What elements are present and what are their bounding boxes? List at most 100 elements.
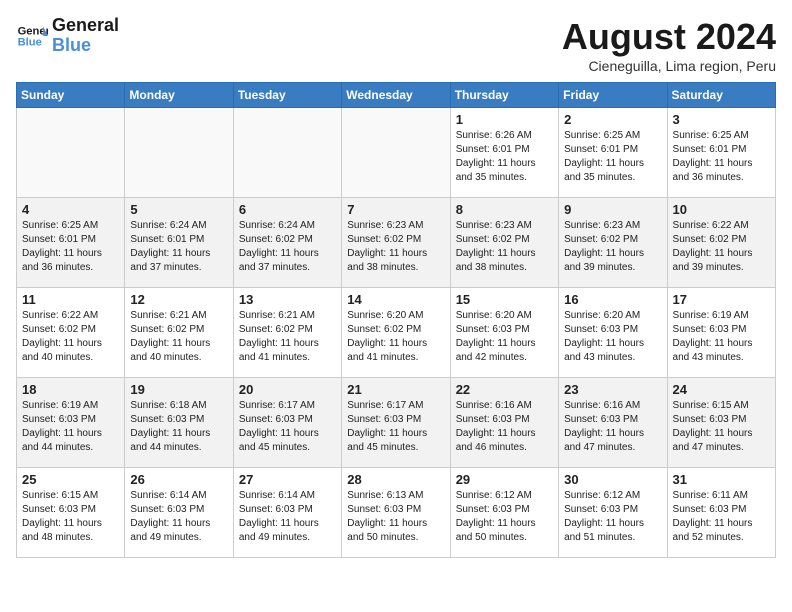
calendar-week-row: 4 Sunrise: 6:25 AM Sunset: 6:01 PM Daylig… xyxy=(17,198,776,288)
day-number: 6 xyxy=(239,202,336,217)
day-number: 14 xyxy=(347,292,444,307)
calendar-day-cell xyxy=(17,108,125,198)
day-info: Sunrise: 6:25 AM Sunset: 6:01 PM Dayligh… xyxy=(22,219,119,275)
day-number: 16 xyxy=(564,292,661,307)
calendar-day-cell: 26 Sunrise: 6:14 AM Sunset: 6:03 PM Dayli… xyxy=(125,468,233,558)
day-info: Sunrise: 6:26 AM Sunset: 6:01 PM Dayligh… xyxy=(456,129,553,185)
calendar-body: 1 Sunrise: 6:26 AM Sunset: 6:01 PM Daylig… xyxy=(17,108,776,558)
calendar-day-cell: 4 Sunrise: 6:25 AM Sunset: 6:01 PM Daylig… xyxy=(17,198,125,288)
calendar-day-cell: 1 Sunrise: 6:26 AM Sunset: 6:01 PM Daylig… xyxy=(450,108,558,198)
calendar-day-cell xyxy=(125,108,233,198)
day-info: Sunrise: 6:15 AM Sunset: 6:03 PM Dayligh… xyxy=(22,489,119,545)
day-number: 10 xyxy=(673,202,770,217)
calendar-day-cell: 18 Sunrise: 6:19 AM Sunset: 6:03 PM Dayli… xyxy=(17,378,125,468)
calendar-day-cell xyxy=(233,108,341,198)
day-number: 4 xyxy=(22,202,119,217)
calendar-day-cell: 21Sunrise: 6:17 AM Sunset: 6:03 PM Dayli… xyxy=(342,378,450,468)
weekday-header-cell: Friday xyxy=(559,83,667,108)
calendar-day-cell: 12Sunrise: 6:21 AM Sunset: 6:02 PM Dayli… xyxy=(125,288,233,378)
day-number: 1 xyxy=(456,112,553,127)
calendar-day-cell xyxy=(342,108,450,198)
calendar-day-cell: 6 Sunrise: 6:24 AM Sunset: 6:02 PM Daylig… xyxy=(233,198,341,288)
day-number: 28 xyxy=(347,472,444,487)
calendar-day-cell: 8Sunrise: 6:23 AM Sunset: 6:02 PM Daylig… xyxy=(450,198,558,288)
day-info: Sunrise: 6:20 AM Sunset: 6:03 PM Dayligh… xyxy=(564,309,661,365)
day-number: 26 xyxy=(130,472,227,487)
day-info: Sunrise: 6:22 AM Sunset: 6:02 PM Dayligh… xyxy=(22,309,119,365)
day-number: 7 xyxy=(347,202,444,217)
day-number: 27 xyxy=(239,472,336,487)
logo: General Blue General Blue xyxy=(16,16,119,56)
day-info: Sunrise: 6:16 AM Sunset: 6:03 PM Dayligh… xyxy=(564,399,661,455)
weekday-header-cell: Wednesday xyxy=(342,83,450,108)
day-info: Sunrise: 6:23 AM Sunset: 6:02 PM Dayligh… xyxy=(564,219,661,275)
weekday-header-row: SundayMondayTuesdayWednesdayThursdayFrid… xyxy=(17,83,776,108)
day-info: Sunrise: 6:11 AM Sunset: 6:03 PM Dayligh… xyxy=(673,489,770,545)
calendar-week-row: 11 Sunrise: 6:22 AM Sunset: 6:02 PM Dayli… xyxy=(17,288,776,378)
day-number: 21 xyxy=(347,382,444,397)
calendar-day-cell: 27 Sunrise: 6:14 AM Sunset: 6:03 PM Dayli… xyxy=(233,468,341,558)
day-number: 30 xyxy=(564,472,661,487)
day-number: 17 xyxy=(673,292,770,307)
day-number: 25 xyxy=(22,472,119,487)
day-info: Sunrise: 6:17 AM Sunset: 6:03 PM Dayligh… xyxy=(239,399,336,455)
weekday-header-cell: Tuesday xyxy=(233,83,341,108)
calendar-day-cell: 9 Sunrise: 6:23 AM Sunset: 6:02 PM Daylig… xyxy=(559,198,667,288)
calendar-day-cell: 28 Sunrise: 6:13 AM Sunset: 6:03 PM Dayli… xyxy=(342,468,450,558)
day-number: 24 xyxy=(673,382,770,397)
day-info: Sunrise: 6:12 AM Sunset: 6:03 PM Dayligh… xyxy=(456,489,553,545)
calendar-day-cell: 2 Sunrise: 6:25 AM Sunset: 6:01 PM Daylig… xyxy=(559,108,667,198)
day-info: Sunrise: 6:19 AM Sunset: 6:03 PM Dayligh… xyxy=(673,309,770,365)
day-number: 2 xyxy=(564,112,661,127)
day-number: 18 xyxy=(22,382,119,397)
day-info: Sunrise: 6:15 AM Sunset: 6:03 PM Dayligh… xyxy=(673,399,770,455)
weekday-header-cell: Sunday xyxy=(17,83,125,108)
day-number: 12 xyxy=(130,292,227,307)
day-info: Sunrise: 6:13 AM Sunset: 6:03 PM Dayligh… xyxy=(347,489,444,545)
day-number: 9 xyxy=(564,202,661,217)
day-info: Sunrise: 6:22 AM Sunset: 6:02 PM Dayligh… xyxy=(673,219,770,275)
logo-blue: Blue xyxy=(52,36,119,56)
calendar-day-cell: 15Sunrise: 6:20 AM Sunset: 6:03 PM Dayli… xyxy=(450,288,558,378)
calendar-week-row: 25 Sunrise: 6:15 AM Sunset: 6:03 PM Dayli… xyxy=(17,468,776,558)
calendar-table: SundayMondayTuesdayWednesdayThursdayFrid… xyxy=(16,82,776,558)
logo-icon: General Blue xyxy=(16,20,48,52)
calendar-day-cell: 11 Sunrise: 6:22 AM Sunset: 6:02 PM Dayli… xyxy=(17,288,125,378)
month-title: August 2024 xyxy=(562,16,776,58)
calendar-day-cell: 3Sunrise: 6:25 AM Sunset: 6:01 PM Daylig… xyxy=(667,108,775,198)
page-header: General Blue General Blue August 2024 Ci… xyxy=(16,16,776,74)
day-info: Sunrise: 6:19 AM Sunset: 6:03 PM Dayligh… xyxy=(22,399,119,455)
day-info: Sunrise: 6:25 AM Sunset: 6:01 PM Dayligh… xyxy=(564,129,661,185)
logo-general: General xyxy=(52,16,119,36)
day-number: 31 xyxy=(673,472,770,487)
day-number: 29 xyxy=(456,472,553,487)
calendar-day-cell: 16 Sunrise: 6:20 AM Sunset: 6:03 PM Dayli… xyxy=(559,288,667,378)
day-info: Sunrise: 6:14 AM Sunset: 6:03 PM Dayligh… xyxy=(239,489,336,545)
calendar-day-cell: 24 Sunrise: 6:15 AM Sunset: 6:03 PM Dayli… xyxy=(667,378,775,468)
calendar-day-cell: 10 Sunrise: 6:22 AM Sunset: 6:02 PM Dayli… xyxy=(667,198,775,288)
day-number: 13 xyxy=(239,292,336,307)
day-info: Sunrise: 6:24 AM Sunset: 6:02 PM Dayligh… xyxy=(239,219,336,275)
day-info: Sunrise: 6:23 AM Sunset: 6:02 PM Dayligh… xyxy=(347,219,444,275)
calendar-day-cell: 13Sunrise: 6:21 AM Sunset: 6:02 PM Dayli… xyxy=(233,288,341,378)
day-info: Sunrise: 6:18 AM Sunset: 6:03 PM Dayligh… xyxy=(130,399,227,455)
calendar-day-cell: 20 Sunrise: 6:17 AM Sunset: 6:03 PM Dayli… xyxy=(233,378,341,468)
day-number: 20 xyxy=(239,382,336,397)
calendar-day-cell: 30 Sunrise: 6:12 AM Sunset: 6:03 PM Dayli… xyxy=(559,468,667,558)
day-number: 8 xyxy=(456,202,553,217)
calendar-day-cell: 29 Sunrise: 6:12 AM Sunset: 6:03 PM Dayli… xyxy=(450,468,558,558)
weekday-header-cell: Thursday xyxy=(450,83,558,108)
calendar-day-cell: 5Sunrise: 6:24 AM Sunset: 6:01 PM Daylig… xyxy=(125,198,233,288)
calendar-day-cell: 23Sunrise: 6:16 AM Sunset: 6:03 PM Dayli… xyxy=(559,378,667,468)
day-number: 22 xyxy=(456,382,553,397)
day-number: 11 xyxy=(22,292,119,307)
calendar-week-row: 18 Sunrise: 6:19 AM Sunset: 6:03 PM Dayli… xyxy=(17,378,776,468)
calendar-day-cell: 14Sunrise: 6:20 AM Sunset: 6:02 PM Dayli… xyxy=(342,288,450,378)
calendar-day-cell: 31 Sunrise: 6:11 AM Sunset: 6:03 PM Dayli… xyxy=(667,468,775,558)
title-area: August 2024 Cieneguilla, Lima region, Pe… xyxy=(562,16,776,74)
day-number: 5 xyxy=(130,202,227,217)
day-info: Sunrise: 6:14 AM Sunset: 6:03 PM Dayligh… xyxy=(130,489,227,545)
calendar-day-cell: 17 Sunrise: 6:19 AM Sunset: 6:03 PM Dayli… xyxy=(667,288,775,378)
day-info: Sunrise: 6:12 AM Sunset: 6:03 PM Dayligh… xyxy=(564,489,661,545)
calendar-day-cell: 25 Sunrise: 6:15 AM Sunset: 6:03 PM Dayli… xyxy=(17,468,125,558)
